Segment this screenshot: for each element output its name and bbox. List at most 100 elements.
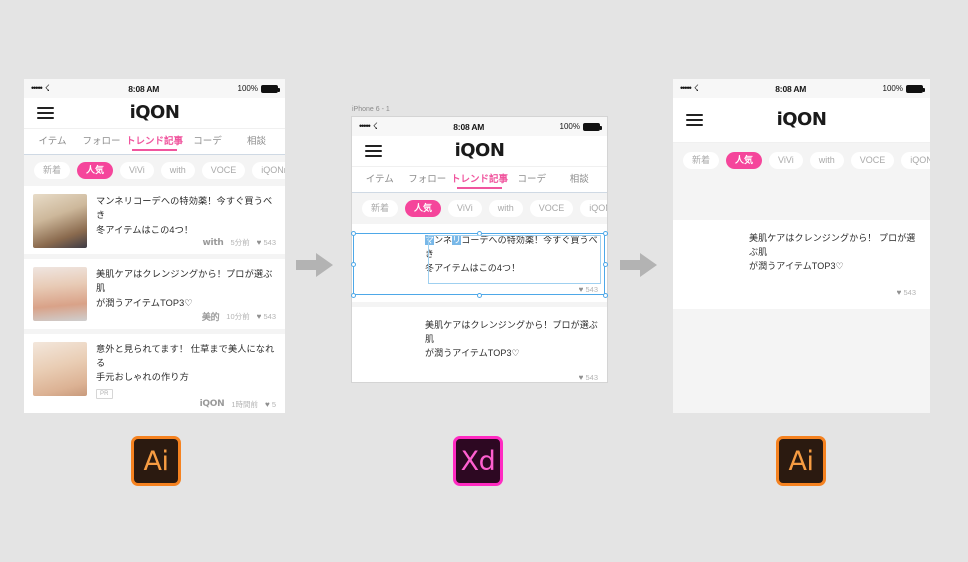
tab-consult[interactable]: 相談 xyxy=(556,171,604,189)
chip-iqonm[interactable]: iQONm xyxy=(252,162,285,179)
article-likes: ♥ 543 xyxy=(257,238,276,247)
article-like-count: 543 xyxy=(263,311,276,321)
selection-handle-tl[interactable] xyxy=(350,230,356,236)
feed-empty-space xyxy=(673,177,930,220)
article-likes: ♥ 543 xyxy=(257,312,276,321)
article-time: 5分前 xyxy=(230,238,250,247)
tab-items[interactable]: イテム xyxy=(28,133,77,151)
article-row[interactable]: 美肌ケアはクレンジングから！プロが選ぶ肌 が潤うアイテムTOP3♡ ♥ 543 xyxy=(352,306,607,382)
heart-icon: ♥ xyxy=(256,238,262,247)
article-source: 美的 xyxy=(201,312,220,323)
chip-popular[interactable]: 人気 xyxy=(726,151,763,169)
filter-chip-row[interactable]: 新着 人気 ViVi with VOCE iQONm xyxy=(352,193,607,224)
article-time: 1時間前 xyxy=(231,399,258,409)
tab-follow[interactable]: フォロー xyxy=(404,171,452,189)
article-title-line1: マンネリコーデへの特効薬！今すぐ買うべき xyxy=(96,196,273,221)
adobe-illustrator-icon[interactable]: Ai xyxy=(131,436,181,486)
article-body: マンネリコーデへの特効薬！今すぐ買うべき 冬アイテムはこの4つ！ with 5分… xyxy=(87,194,276,248)
article-title-line2: 手元おしゃれの作り方 xyxy=(96,372,189,383)
tab-coordinate[interactable]: コーデ xyxy=(508,171,556,189)
selection-handle-br[interactable] xyxy=(602,292,608,298)
tab-trend-articles[interactable]: トレンド記事 xyxy=(451,171,508,189)
tab-follow[interactable]: フォロー xyxy=(77,133,126,151)
chip-vivi[interactable]: ViVi xyxy=(448,200,482,217)
article-title: 美肌ケアはクレンジングから！プロが選ぶ肌 が潤うアイテムTOP3♡ xyxy=(425,319,598,361)
tabs-underline xyxy=(352,192,607,193)
app-logo: iQON xyxy=(454,140,505,161)
article-meta: ♥ 543 xyxy=(749,288,916,297)
chip-voce[interactable]: VOCE xyxy=(850,151,895,169)
hamburger-icon[interactable] xyxy=(365,145,382,157)
tab-consult[interactable]: 相談 xyxy=(232,133,281,151)
battery-icon xyxy=(261,84,280,93)
adobe-illustrator-icon[interactable]: Ai xyxy=(776,436,826,486)
status-bar-right: 100% xyxy=(237,84,280,93)
article-row[interactable]: 美肌ケアはクレンジングから！プロが選ぶ肌 が潤うアイテムTOP3♡ 美的 10分… xyxy=(24,259,285,329)
chip-iqonm[interactable]: iQONm xyxy=(580,200,607,217)
chip-voce[interactable]: VOCE xyxy=(201,162,246,179)
filter-chip-row[interactable]: 新着 人気 ViVi with VOCE iQONm xyxy=(673,143,930,177)
article-row[interactable]: マンネリコーデへの特効薬！今すぐ買うべき 冬アイテムはこの4つ！ with 5分… xyxy=(24,186,285,254)
chip-voce[interactable]: VOCE xyxy=(529,200,574,217)
text-element-selection-box[interactable] xyxy=(428,235,601,284)
signal-dots-icon: ••••• xyxy=(359,121,371,131)
article-row[interactable]: 意外と見られてます！ 仕草まで美人になれる 手元おしゃれの作り方 PR iQON… xyxy=(24,333,285,413)
chip-vivi[interactable]: ViVi xyxy=(769,151,803,169)
tab-items[interactable]: イテム xyxy=(356,171,404,189)
article-thumbnail xyxy=(33,194,87,248)
tab-trend-articles[interactable]: トレンド記事 xyxy=(126,133,183,151)
article-likes: ♥ 543 xyxy=(579,373,598,382)
chip-iqonm[interactable]: iQONm xyxy=(901,151,930,169)
wifi-icon: ☇ xyxy=(44,82,50,93)
status-bar-left: ••••• ☇ xyxy=(31,82,50,93)
tabs-underline xyxy=(24,154,285,155)
article-like-count: 543 xyxy=(903,287,916,297)
selection-handle-bc[interactable] xyxy=(476,292,482,298)
hamburger-icon[interactable] xyxy=(37,107,54,119)
selection-handle-mr[interactable] xyxy=(602,261,608,267)
heart-icon: ♥ xyxy=(896,287,902,297)
chip-popular[interactable]: 人気 xyxy=(77,162,114,179)
adobe-xd-icon[interactable]: Xd xyxy=(453,436,503,486)
article-time: 10分前 xyxy=(226,311,250,321)
chip-vivi[interactable]: ViVi xyxy=(120,162,154,179)
pr-badge: PR xyxy=(96,388,113,399)
article-source: with xyxy=(202,237,224,248)
selection-handle-tr[interactable] xyxy=(602,230,608,236)
article-title: 意外と見られてます！ 仕草まで美人になれる 手元おしゃれの作り方 PR xyxy=(96,342,276,399)
chip-new[interactable]: 新着 xyxy=(362,200,399,217)
article-row[interactable]: 美肌ケアはクレンジングから！ プロが選ぶ肌 が潤うアイテムTOP3♡ ♥ 543 xyxy=(673,220,930,309)
heart-icon: ♥ xyxy=(264,399,270,409)
chip-new[interactable]: 新着 xyxy=(683,151,720,169)
section-tabs: イテム フォロー トレンド記事 コーデ 相談 xyxy=(24,129,285,155)
article-title-line1: 美肌ケアはクレンジングから！ プロが選ぶ肌 xyxy=(749,233,916,257)
article-body: 美肌ケアはクレンジングから！プロが選ぶ肌 が潤うアイテムTOP3♡ ♥ 543 xyxy=(417,319,598,382)
chip-new[interactable]: 新着 xyxy=(34,162,71,179)
xd-artboard-label: iPhone 6 - 1 xyxy=(352,106,390,113)
hamburger-icon[interactable] xyxy=(686,114,703,126)
status-bar: ••••• ☇ 8:08 AM 100% xyxy=(673,79,930,98)
article-likes: ♥ 5 xyxy=(265,400,276,409)
article-feed: 美肌ケアはクレンジングから！ プロが選ぶ肌 が潤うアイテムTOP3♡ ♥ 543 xyxy=(673,177,930,413)
article-meta: iQON 1時間前 ♥ 5 xyxy=(96,399,276,410)
selection-handle-bl[interactable] xyxy=(350,292,356,298)
article-thumbnail xyxy=(33,341,87,396)
tab-coordinate[interactable]: コーデ xyxy=(183,133,232,151)
status-bar-right: 100% xyxy=(560,122,602,131)
article-feed: マンネリコーデへの特効薬！今すぐ買うべき 冬アイテムはこの4つ！ with 5分… xyxy=(24,186,285,413)
chip-with[interactable]: with xyxy=(160,162,195,179)
filter-chip-row[interactable]: 新着 人気 ViVi with VOCE iQONm xyxy=(24,155,285,186)
battery-percent: 100% xyxy=(237,84,258,93)
chip-with[interactable]: with xyxy=(809,151,844,169)
article-title-line2: 冬アイテムはこの4つ！ xyxy=(96,224,194,235)
chip-popular[interactable]: 人気 xyxy=(405,200,442,217)
selection-handle-ml[interactable] xyxy=(350,261,356,267)
article-body: 美肌ケアはクレンジングから！ プロが選ぶ肌 が潤うアイテムTOP3♡ ♥ 543 xyxy=(741,232,916,297)
status-bar-left: ••••• ☇ xyxy=(680,83,699,93)
transition-arrow-2 xyxy=(620,252,658,278)
chip-with[interactable]: with xyxy=(488,200,523,217)
heart-icon: ♥ xyxy=(578,372,584,382)
wifi-icon: ☇ xyxy=(372,120,378,131)
article-like-count: 543 xyxy=(585,372,598,382)
article-meta: ♥ 543 xyxy=(425,373,598,382)
